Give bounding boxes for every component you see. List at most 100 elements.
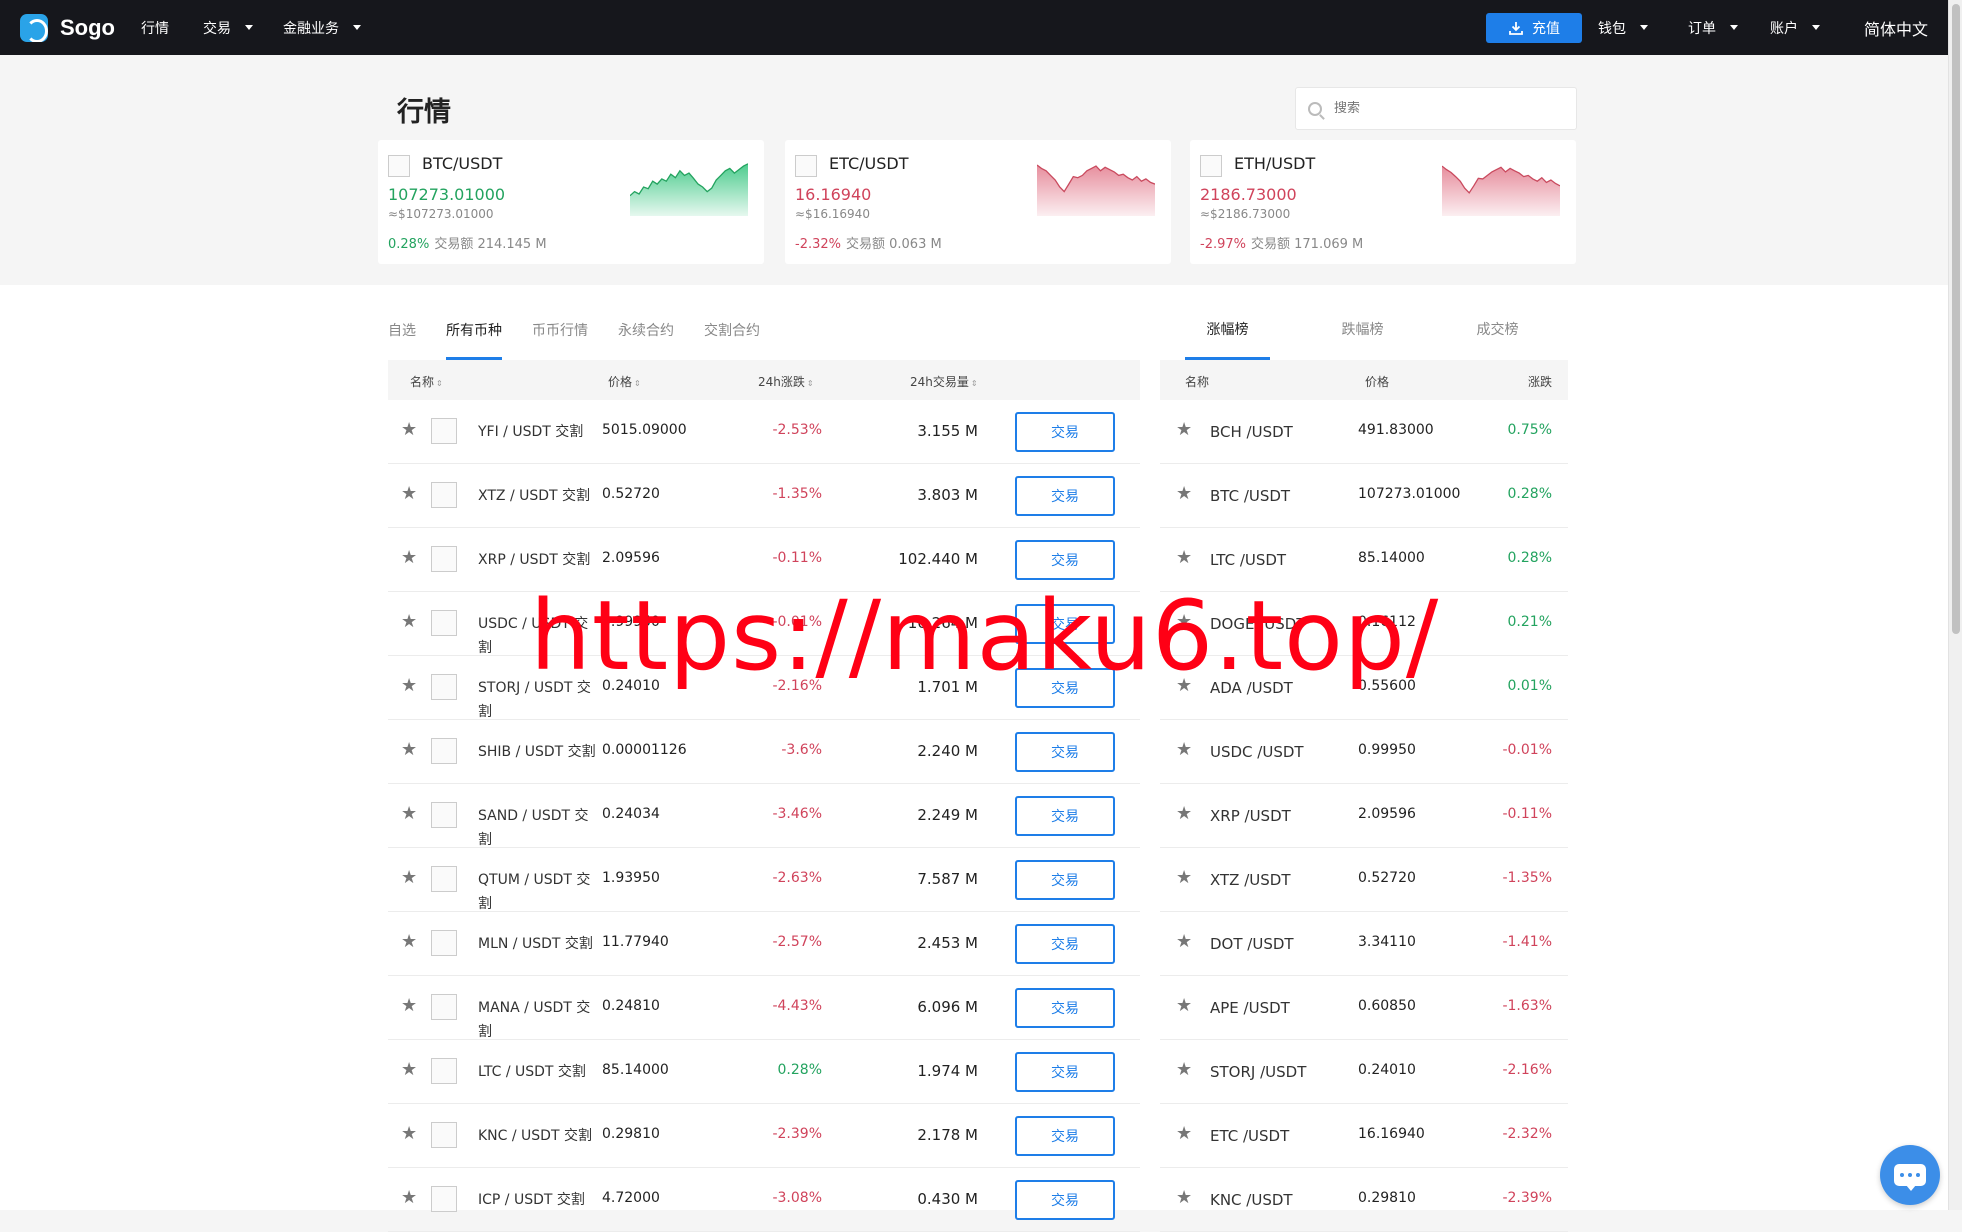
star-icon[interactable]: ★ (401, 803, 417, 824)
ranking-tab[interactable]: 跌幅榜 (1295, 300, 1430, 360)
star-icon[interactable]: ★ (401, 867, 417, 888)
star-icon[interactable]: ★ (401, 675, 417, 696)
trade-button[interactable]: 交易 (1015, 1180, 1115, 1220)
ranking-row[interactable]: ★ APE /USDT 0.60850 -1.63% (1160, 976, 1568, 1040)
coin-price: 2.09596 (602, 550, 660, 566)
coin-pair-name[interactable]: KNC / USDT 交割 (478, 1124, 596, 1148)
star-icon[interactable]: ★ (1176, 1059, 1192, 1080)
star-icon[interactable]: ★ (1176, 995, 1192, 1016)
market-tab[interactable]: 永续合约 (618, 300, 674, 360)
coin-pair-name[interactable]: STORJ / USDT 交割 (478, 676, 596, 724)
header-change-label: 24h涨跌 (758, 375, 805, 389)
star-icon[interactable]: ★ (1176, 1187, 1192, 1208)
ranking-row[interactable]: ★ DOT /USDT 3.34110 -1.41% (1160, 912, 1568, 976)
ranking-row[interactable]: ★ BTC /USDT 107273.01000 0.28% (1160, 464, 1568, 528)
trade-button[interactable]: 交易 (1015, 860, 1115, 900)
page-scrollbar[interactable] (1948, 0, 1962, 1210)
recharge-button[interactable]: 充值 (1485, 12, 1582, 43)
ranking-tab[interactable]: 成交榜 (1430, 300, 1565, 360)
ranking-row[interactable]: ★ USDC /USDT 0.99950 -0.01% (1160, 720, 1568, 784)
coin-pair-name[interactable]: LTC / USDT 交割 (478, 1060, 596, 1084)
ranking-row[interactable]: ★ BCH /USDT 491.83000 0.75% (1160, 400, 1568, 464)
trade-button[interactable]: 交易 (1015, 668, 1115, 708)
star-icon[interactable]: ★ (1176, 1123, 1192, 1144)
star-icon[interactable]: ★ (1176, 739, 1192, 760)
trade-button[interactable]: 交易 (1015, 988, 1115, 1028)
star-icon[interactable]: ★ (1176, 867, 1192, 888)
nav-wallet[interactable]: 钱包 (1598, 18, 1648, 38)
market-card[interactable]: ETH/USDT 2186.73000 ≈$2186.73000 -2.97% 交易额 … (1190, 140, 1576, 264)
trade-button[interactable]: 交易 (1015, 796, 1115, 836)
star-icon[interactable]: ★ (1176, 611, 1192, 632)
star-icon[interactable]: ★ (401, 611, 417, 632)
star-icon[interactable]: ★ (1176, 675, 1192, 696)
coin-pair-name[interactable]: USDC / USDT 交割 (478, 612, 596, 660)
ranking-row[interactable]: ★ STORJ /USDT 0.24010 -2.16% (1160, 1040, 1568, 1104)
header-name[interactable]: 名称 ⇕ (410, 373, 443, 390)
star-icon[interactable]: ★ (1176, 803, 1192, 824)
trade-button[interactable]: 交易 (1015, 1052, 1115, 1092)
star-icon[interactable]: ★ (401, 995, 417, 1016)
ranking-row[interactable]: ★ ETC /USDT 16.16940 -2.32% (1160, 1104, 1568, 1168)
language-selector[interactable]: 简体中文 (1864, 16, 1928, 40)
market-table-header: 名称 ⇕ 价格 ⇕ 24h涨跌 ⇕ 24h交易量 ⇕ (388, 360, 1140, 400)
star-icon[interactable]: ★ (401, 931, 417, 952)
coin-pair-name[interactable]: SAND / USDT 交割 (478, 804, 596, 852)
nav-account[interactable]: 账户 (1770, 18, 1820, 38)
trade-button[interactable]: 交易 (1015, 604, 1115, 644)
ranking-tab[interactable]: 涨幅榜 (1160, 300, 1295, 360)
nav-market[interactable]: 行情 (141, 18, 169, 38)
market-tab[interactable]: 所有币种 (446, 300, 502, 360)
search-input[interactable] (1334, 101, 1554, 116)
market-tab[interactable]: 交割合约 (704, 300, 760, 360)
search-box[interactable] (1295, 87, 1577, 130)
star-icon[interactable]: ★ (401, 483, 417, 504)
coin-pair-name[interactable]: XRP / USDT 交割 (478, 548, 596, 572)
trade-button[interactable]: 交易 (1015, 732, 1115, 772)
chevron-down-icon (353, 25, 361, 30)
scrollbar-thumb[interactable] (1952, 4, 1960, 634)
star-icon[interactable]: ★ (401, 419, 417, 440)
nav-trade[interactable]: 交易 (203, 18, 253, 38)
coin-pair-name[interactable]: MLN / USDT 交割 (478, 932, 596, 956)
ranking-row[interactable]: ★ XTZ /USDT 0.52720 -1.35% (1160, 848, 1568, 912)
market-card[interactable]: BTC/USDT 107273.01000 ≈$107273.01000 0.28% 交… (378, 140, 764, 264)
coin-change: -2.57% (772, 934, 822, 950)
coin-pair-name[interactable]: XTZ / USDT 交割 (478, 484, 596, 508)
market-tab[interactable]: 币币行情 (532, 300, 588, 360)
star-icon[interactable]: ★ (401, 1187, 417, 1208)
ranking-row[interactable]: ★ XRP /USDT 2.09596 -0.11% (1160, 784, 1568, 848)
coin-pair-name[interactable]: YFI / USDT 交割 (478, 420, 596, 444)
coin-pair-name[interactable]: MANA / USDT 交割 (478, 996, 596, 1044)
chat-support-button[interactable] (1880, 1145, 1940, 1205)
ranking-row[interactable]: ★ DOGE /USDT 0.16112 0.21% (1160, 592, 1568, 656)
star-icon[interactable]: ★ (1176, 483, 1192, 504)
coin-pair-name[interactable]: QTUM / USDT 交割 (478, 868, 596, 916)
market-tab[interactable]: 自选 (388, 300, 416, 360)
header-change[interactable]: 24h涨跌 ⇕ (758, 373, 814, 390)
star-icon[interactable]: ★ (401, 547, 417, 568)
star-icon[interactable]: ★ (1176, 419, 1192, 440)
nav-orders[interactable]: 订单 (1688, 18, 1738, 38)
brand-logo[interactable]: Sogo (20, 13, 115, 42)
coin-pair-name[interactable]: ICP / USDT 交割 (478, 1188, 596, 1212)
trade-button[interactable]: 交易 (1015, 1116, 1115, 1156)
coin-pair-name[interactable]: SHIB / USDT 交割 (478, 740, 596, 764)
star-icon[interactable]: ★ (401, 1059, 417, 1080)
star-icon[interactable]: ★ (1176, 547, 1192, 568)
star-icon[interactable]: ★ (1176, 931, 1192, 952)
trade-button[interactable]: 交易 (1015, 476, 1115, 516)
table-row: ★ SAND / USDT 交割 0.24034 -3.46% 2.249 M 交易 (388, 784, 1140, 848)
ranking-row[interactable]: ★ LTC /USDT 85.14000 0.28% (1160, 528, 1568, 592)
ranking-row[interactable]: ★ KNC /USDT 0.29810 -2.39% (1160, 1168, 1568, 1232)
star-icon[interactable]: ★ (401, 1123, 417, 1144)
market-card[interactable]: ETC/USDT 16.16940 ≈$16.16940 -2.32% 交易额 0.06… (785, 140, 1171, 264)
header-volume[interactable]: 24h交易量 ⇕ (910, 373, 978, 390)
trade-button[interactable]: 交易 (1015, 924, 1115, 964)
star-icon[interactable]: ★ (401, 739, 417, 760)
trade-button[interactable]: 交易 (1015, 540, 1115, 580)
ranking-row[interactable]: ★ ADA /USDT 0.55600 0.01% (1160, 656, 1568, 720)
nav-finance[interactable]: 金融业务 (283, 18, 361, 38)
header-price[interactable]: 价格 ⇕ (608, 373, 641, 390)
trade-button[interactable]: 交易 (1015, 412, 1115, 452)
